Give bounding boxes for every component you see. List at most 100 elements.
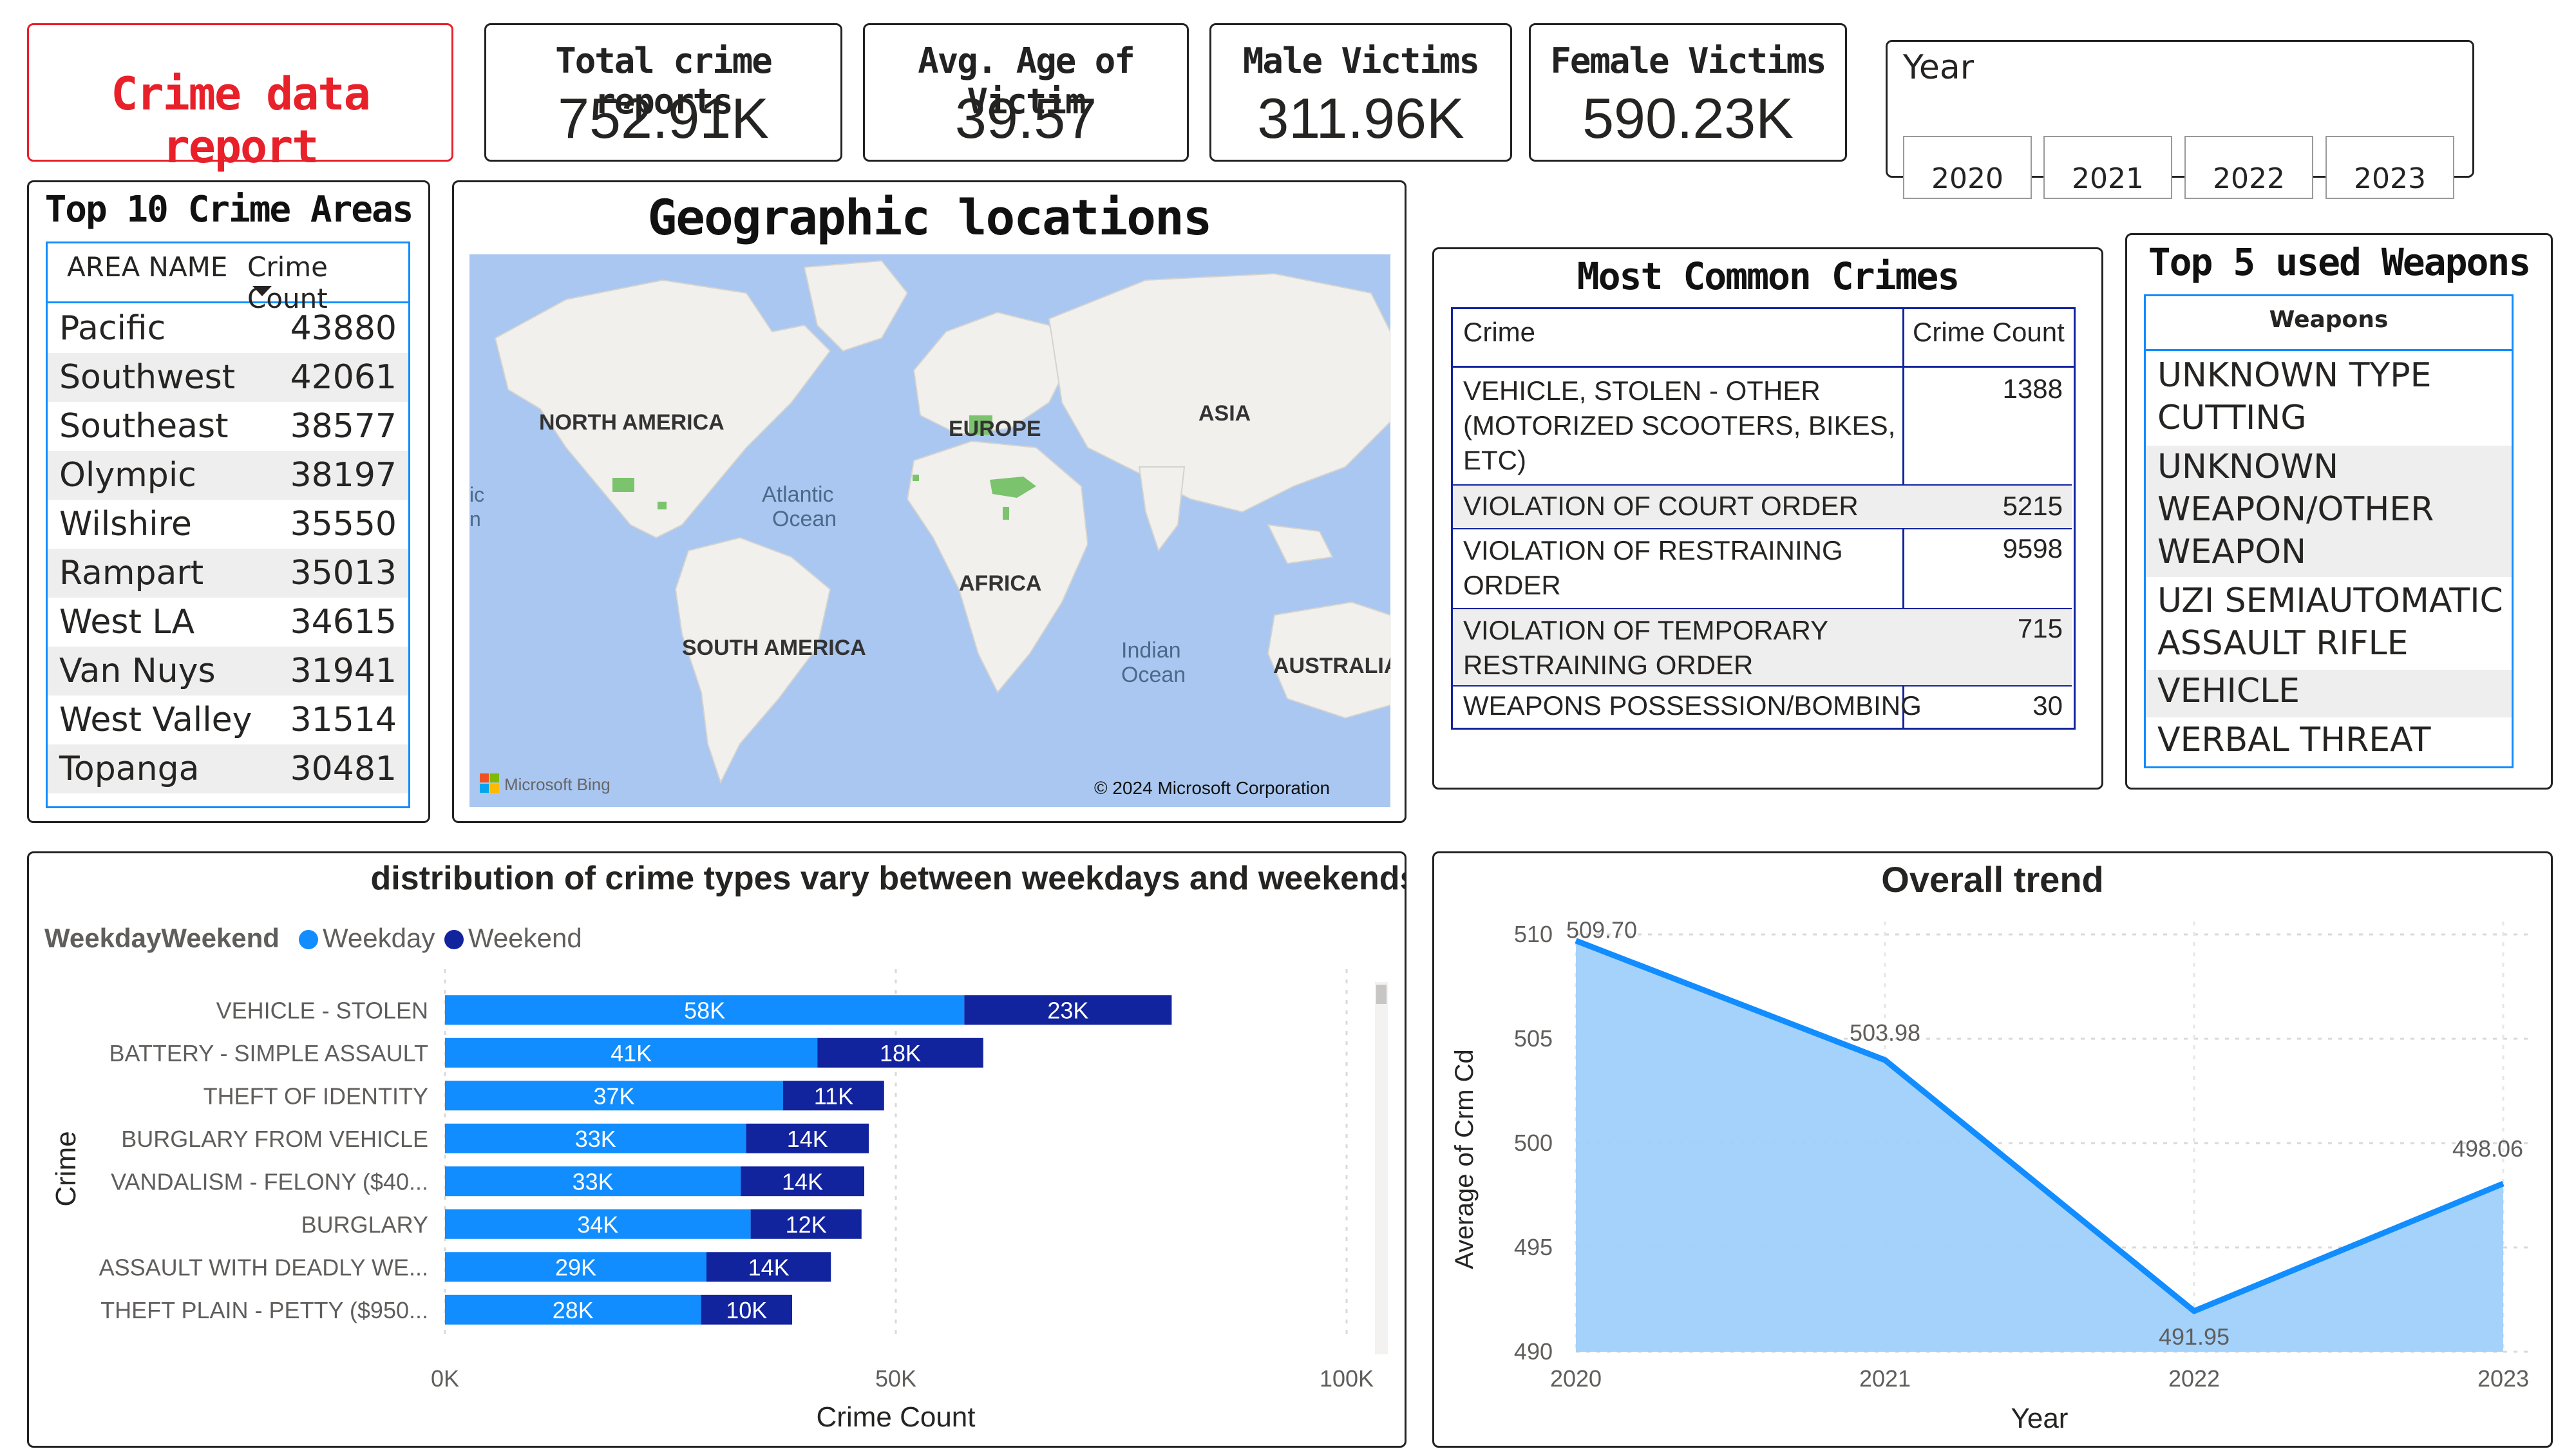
year-option-2023[interactable]: 2023 (2325, 136, 2454, 199)
bar-data-label: 41K (611, 1040, 652, 1066)
category-label: THEFT OF IDENTITY (204, 1083, 428, 1109)
x-tick-label: 2020 (1550, 1365, 1602, 1392)
area-name: West Valley (59, 701, 252, 739)
x-axis-label: Crime Count (817, 1401, 976, 1433)
weapon-item[interactable]: VERBAL THREAT (2146, 719, 2512, 766)
sort-descending-icon[interactable] (252, 286, 272, 298)
scrollbar-thumb[interactable] (1376, 985, 1387, 1004)
crime-count: 34615 (290, 603, 397, 641)
year-option-2021[interactable]: 2021 (2043, 136, 2172, 199)
kpi-female-victims: Female Victims 590.23K (1529, 23, 1847, 162)
area-name: Olympic (59, 456, 196, 495)
table-row[interactable]: Pacific 43880 (48, 304, 408, 353)
crime-count: 1388 (2002, 374, 2063, 404)
bar-data-label: 11K (814, 1083, 853, 1109)
bar-data-label: 37K (593, 1083, 634, 1109)
report-title: Crime data report (111, 68, 370, 173)
bar-data-label: 14K (782, 1168, 823, 1195)
area-name: Van Nuys (59, 652, 216, 690)
table-row[interactable]: West LA 34615 (48, 598, 408, 647)
weapons-header: Weapons (2146, 296, 2512, 351)
legend-label-weekend[interactable]: Weekend (468, 923, 582, 953)
highlight-region (658, 502, 667, 509)
bar-data-label: 10K (726, 1297, 767, 1323)
common-crimes-header: Crime Crime Count (1453, 309, 2074, 368)
data-label: 498.06 (2452, 1135, 2523, 1162)
weapon-item[interactable]: VEHICLE (2146, 670, 2512, 717)
common-crimes-title: Most Common Crimes (1577, 254, 1960, 298)
weekday-weekend-chart-card: distribution of crime types vary between… (27, 851, 1406, 1448)
data-label: 503.98 (1850, 1019, 1920, 1046)
map-label-north-america: NORTH AMERICA (539, 410, 724, 435)
table-row[interactable]: VEHICLE, STOLEN - OTHER (MOTORIZED SCOOTE… (1453, 368, 2072, 486)
crime-count: 5215 (2002, 491, 2063, 521)
year-slicer: Year 2020 2021 2022 2023 (1886, 40, 2474, 199)
kpi-value: 311.96K (1257, 86, 1464, 150)
crime-count: 30481 (290, 750, 397, 788)
bar-data-label: 23K (1047, 997, 1088, 1023)
table-row[interactable]: Olympic 38197 (48, 451, 408, 500)
bar-data-label: 28K (553, 1297, 594, 1323)
bar-data-label: 14K (748, 1254, 790, 1280)
table-row[interactable]: WEAPONS POSSESSION/BOMBING 30 (1453, 687, 2072, 728)
bar-data-label: 12K (786, 1211, 827, 1238)
category-label: BURGLARY FROM VEHICLE (121, 1126, 428, 1152)
data-label: 491.95 (2159, 1323, 2230, 1350)
scrollbar-track[interactable] (1375, 982, 1388, 1354)
bar-data-label: 29K (555, 1254, 596, 1280)
legend-marker-weekday (299, 930, 318, 949)
bar-data-label: 33K (573, 1168, 614, 1195)
crime-name: VIOLATION OF COURT ORDER (1463, 491, 1859, 521)
common-crimes-table: Crime Crime Count VEHICLE, STOLEN - OTHE… (1451, 307, 2076, 730)
crime-count: 42061 (290, 358, 397, 397)
area-name: Wilshire (59, 505, 192, 544)
table-row[interactable]: VIOLATION OF COURT ORDER 5215 (1453, 486, 2072, 529)
crime-count: 35550 (290, 505, 397, 544)
y-tick-label: 505 (1514, 1025, 1553, 1052)
crime-count: 43880 (290, 309, 397, 348)
map-label-edge: n (469, 507, 481, 531)
x-tick-label: 2022 (2168, 1365, 2220, 1392)
bar-data-label: 18K (880, 1040, 921, 1066)
weapon-item[interactable]: UZI SEMIAUTOMATIC ASSAULT RIFLE (2146, 580, 2512, 668)
table-row[interactable]: Rampart 35013 (48, 549, 408, 598)
data-label: 509.70 (1566, 917, 1637, 943)
category-label: VEHICLE - STOLEN (216, 997, 428, 1023)
trend-area[interactable] (1576, 940, 2503, 1352)
kpi-value: 590.23K (1582, 86, 1794, 150)
weapons-table: Weapons UNKNOWN TYPECUTTING INSTRUMENT U… (2144, 294, 2514, 768)
table-row[interactable]: VIOLATION OF TEMPORARY RESTRAINING ORDER … (1453, 609, 2072, 687)
year-option-2020[interactable]: 2020 (1903, 136, 2032, 199)
table-row[interactable]: Wilshire 35550 (48, 500, 408, 549)
column-header-crime[interactable]: Crime (1463, 317, 1535, 348)
overall-trend-chart-card: Overall trend 509.70 503.98 491.95 498.06 4… (1432, 851, 2553, 1448)
table-row[interactable]: Southwest 42061 (48, 353, 408, 402)
legend-label-weekday[interactable]: Weekday (323, 923, 435, 953)
legend-marker-weekend (444, 930, 464, 949)
crime-count: 38197 (290, 456, 397, 495)
table-row[interactable]: Van Nuys 31941 (48, 647, 408, 696)
kpi-avg-age-of-victim: Avg. Age of Victim 39.57 (863, 23, 1189, 162)
map-card: Geographic locations NORTH AMERICA EUROP… (452, 180, 1406, 823)
weapon-item[interactable]: UNKNOWN TYPECUTTING INSTRUMENT (2146, 354, 2512, 480)
table-row[interactable]: VIOLATION OF RESTRAINING ORDER 9598 (1453, 529, 2072, 609)
crime-name: VEHICLE, STOLEN - OTHER (MOTORIZED SCOOTE… (1463, 375, 1896, 475)
category-label: VANDALISM - FELONY ($40... (111, 1168, 428, 1195)
kpi-label: Male Victims (1242, 41, 1480, 81)
crime-count: 31941 (290, 652, 397, 690)
table-row[interactable]: Southeast 38577 (48, 402, 408, 451)
column-header-crime-count[interactable]: Crime Count (1913, 317, 2065, 348)
map-label-indian: Indian (1121, 638, 1181, 663)
category-label: ASSAULT WITH DEADLY WE... (99, 1254, 428, 1280)
map-label-africa: AFRICA (959, 571, 1041, 596)
column-header-weapons[interactable]: Weapons (2146, 307, 2512, 333)
column-header-area-name[interactable]: AREA NAME (67, 251, 227, 283)
world-map[interactable]: NORTH AMERICA EUROPE ASIA Atlantic Ocean… (469, 254, 1390, 807)
y-axis-label: Crime (50, 1131, 82, 1206)
year-option-2022[interactable]: 2022 (2184, 136, 2313, 199)
table-row[interactable]: West Valley 31514 (48, 696, 408, 744)
x-tick-label: 0K (431, 1365, 459, 1392)
x-tick-label: 100K (1320, 1365, 1374, 1392)
table-row[interactable]: Topanga 30481 (48, 744, 408, 793)
weapon-item[interactable]: UNKNOWN WEAPON/OTHER WEAPON (2146, 446, 2512, 577)
